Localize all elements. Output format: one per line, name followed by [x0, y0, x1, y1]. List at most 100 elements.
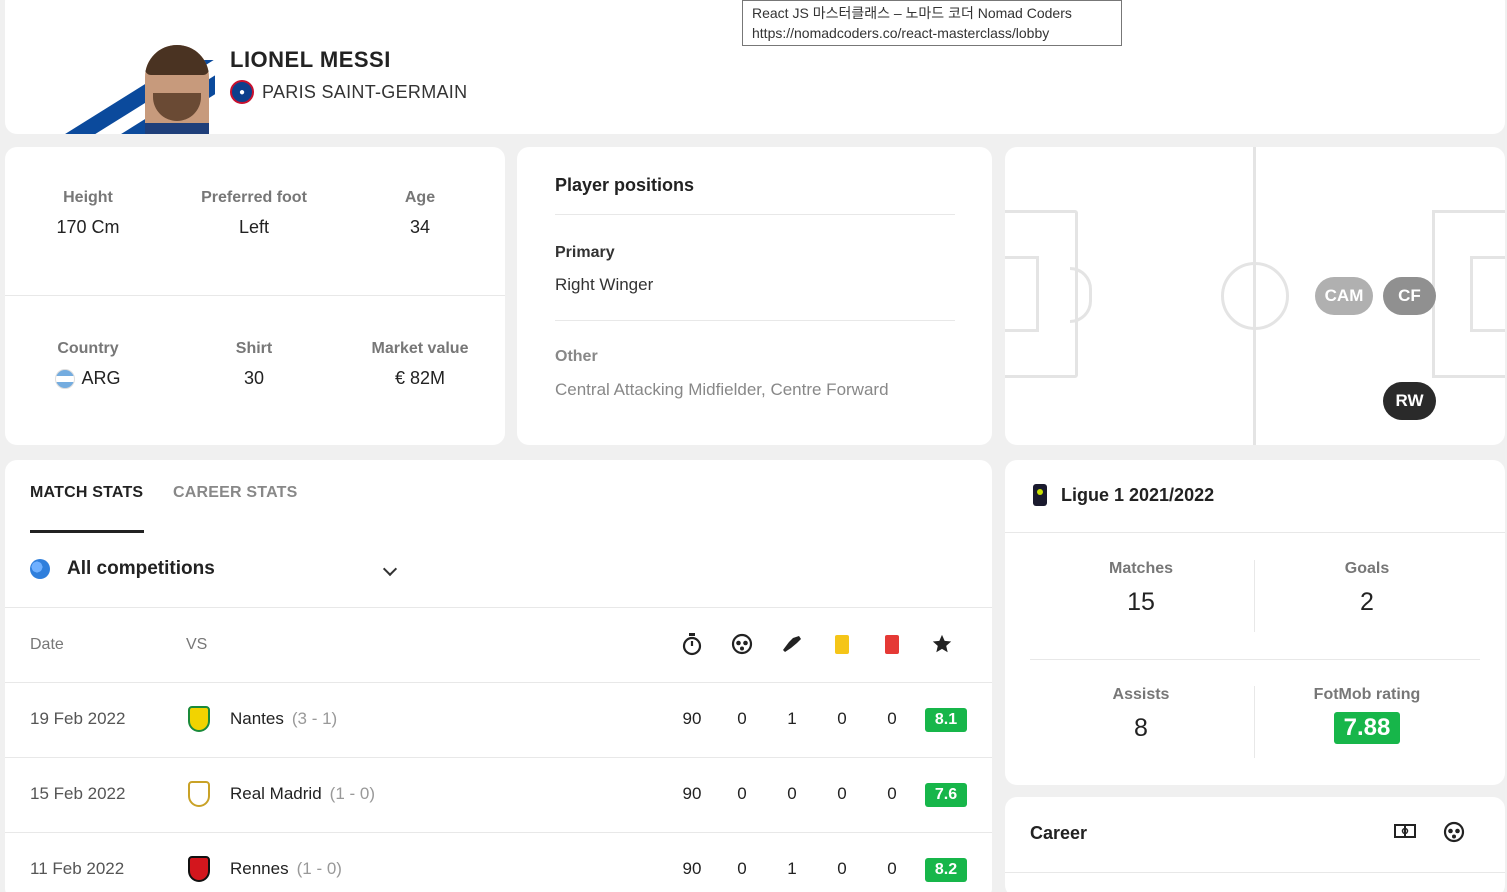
league-rating: FotMob rating 7.88	[1254, 686, 1480, 744]
league-divider	[1030, 659, 1480, 660]
star-icon	[930, 632, 954, 656]
boot-icon	[780, 632, 804, 656]
red-card-icon	[880, 632, 904, 656]
match-assists: 0	[787, 784, 797, 803]
bio-foot: Preferred foot Left	[171, 189, 337, 238]
match-yellow-cards: 0	[837, 859, 847, 878]
tab-match-stats[interactable]: MATCH STATS	[30, 484, 143, 502]
league-stats-card: Ligue 1 2021/2022 Matches 15 Goals 2 Ass…	[1005, 460, 1505, 785]
bio-market: Market value € 82M	[337, 340, 503, 389]
league-matches: Matches 15	[1028, 560, 1254, 617]
bio-country-label: Country	[57, 340, 119, 357]
primary-value: Right Winger	[555, 275, 654, 294]
ball-icon	[730, 632, 754, 656]
ball-icon[interactable]	[1443, 821, 1467, 843]
career-card: Career	[1005, 797, 1505, 892]
ligue1-logo-icon	[1033, 484, 1047, 506]
tab-career-stats[interactable]: CAREER STATS	[173, 484, 297, 502]
match-minutes: 90	[682, 709, 702, 728]
table-row[interactable]: 11 Feb 2022 Rennes (1 - 0) 90 0 1 0 0 8.2	[5, 832, 992, 892]
bio-market-label: Market value	[371, 340, 469, 357]
chevron-down-icon[interactable]	[382, 561, 398, 577]
match-red-cards: 0	[887, 784, 897, 803]
bio-divider	[5, 295, 505, 296]
opponent-name: Rennes	[230, 859, 289, 878]
pitch-positions-map: CAM CF RW	[1005, 147, 1505, 445]
league-rating-label: FotMob rating	[1313, 686, 1421, 703]
match-yellow-cards: 0	[837, 784, 847, 803]
league-matches-value: 15	[1127, 588, 1155, 616]
browser-tooltip: React JS 마스터클래스 – 노마드 코더 Nomad Coders ht…	[742, 0, 1122, 46]
table-row[interactable]: 19 Feb 2022 Nantes (3 - 1) 90 0 1 0 0 8.1	[5, 682, 992, 757]
psg-crest-icon: ●	[230, 80, 254, 104]
club-name[interactable]: PARIS SAINT-GERMAIN	[262, 82, 467, 103]
positions-divider	[555, 214, 955, 215]
badge-cf: CF	[1383, 277, 1436, 315]
other-label: Other	[555, 348, 598, 365]
match-minutes: 90	[682, 784, 702, 803]
match-date: 15 Feb 2022	[30, 784, 126, 803]
match-date: 11 Feb 2022	[30, 859, 125, 878]
column-vs: VS	[186, 636, 208, 653]
match-score: (1 - 0)	[329, 784, 375, 803]
match-goals: 0	[737, 859, 747, 878]
column-date: Date	[30, 636, 64, 653]
league-assists: Assists 8	[1028, 686, 1254, 743]
real-madrid-crest-icon	[188, 781, 210, 807]
club-link[interactable]: ● PARIS SAINT-GERMAIN	[230, 80, 467, 104]
bio-shirt: Shirt 30	[171, 340, 337, 389]
match-assists: 1	[787, 709, 797, 728]
bio-height-value: 170 Cm	[56, 217, 120, 237]
league-divider	[1005, 532, 1505, 533]
other-value: Central Attacking Midfielder, Centre For…	[555, 380, 889, 399]
bio-height-label: Height	[63, 189, 113, 206]
career-divider	[1005, 872, 1505, 873]
match-red-cards: 0	[887, 859, 897, 878]
league-goals-label: Goals	[1344, 560, 1390, 577]
pitch-icon[interactable]	[1393, 821, 1417, 843]
bio-age: Age 34	[337, 189, 503, 238]
badge-rw: RW	[1383, 382, 1436, 420]
rennes-crest-icon	[188, 856, 210, 882]
match-score: (1 - 0)	[296, 859, 342, 878]
bio-height: Height 170 Cm	[5, 189, 171, 238]
player-bio-card: Height 170 Cm Preferred foot Left Age 34…	[5, 147, 505, 445]
bio-country: Country ARG	[5, 340, 171, 389]
competition-label[interactable]: All competitions	[67, 558, 215, 580]
bio-market-value: € 82M	[394, 368, 446, 388]
table-divider	[5, 607, 992, 608]
match-minutes: 90	[682, 859, 702, 878]
bio-foot-value: Left	[238, 217, 270, 237]
positions-title: Player positions	[555, 175, 695, 195]
tooltip-title: React JS 마스터클래스 – 노마드 코더 Nomad Coders	[752, 5, 1072, 21]
tooltip-url: https://nomadcoders.co/react-masterclass…	[752, 25, 1050, 41]
match-assists: 1	[787, 859, 797, 878]
bio-country-value: ARG	[81, 368, 121, 388]
bio-age-value: 34	[409, 217, 431, 237]
positions-divider	[555, 320, 955, 321]
primary-label: Primary	[555, 244, 615, 261]
match-rating-badge: 7.6	[925, 783, 967, 807]
pitch-right-six-yard	[1470, 256, 1505, 332]
league-assists-value: 8	[1134, 714, 1148, 742]
match-stats-card: MATCH STATS CAREER STATS All competition…	[5, 460, 992, 892]
pitch-center-circle	[1221, 262, 1289, 330]
competition-selector[interactable]: All competitions	[30, 558, 215, 580]
match-score: (3 - 1)	[291, 709, 338, 728]
career-title: Career	[1030, 823, 1088, 843]
badge-cam: CAM	[1315, 277, 1373, 315]
table-row[interactable]: 15 Feb 2022 Real Madrid (1 - 0) 90 0 0 0 …	[5, 757, 992, 832]
bio-shirt-label: Shirt	[235, 340, 273, 357]
player-positions-card: Player positions Primary Right Winger Ot…	[517, 147, 992, 445]
match-yellow-cards: 0	[837, 709, 847, 728]
opponent-name: Nantes	[230, 709, 284, 728]
argentina-flag-icon	[55, 368, 76, 389]
league-goals-value: 2	[1360, 588, 1374, 616]
match-date: 19 Feb 2022	[30, 709, 126, 728]
match-rating-badge: 8.2	[925, 858, 967, 882]
league-rating-badge: 7.88	[1333, 712, 1401, 744]
bio-foot-label: Preferred foot	[201, 189, 307, 206]
player-name: LIONEL MESSI	[230, 47, 391, 72]
nantes-crest-icon	[188, 706, 210, 732]
yellow-card-icon	[830, 632, 854, 656]
